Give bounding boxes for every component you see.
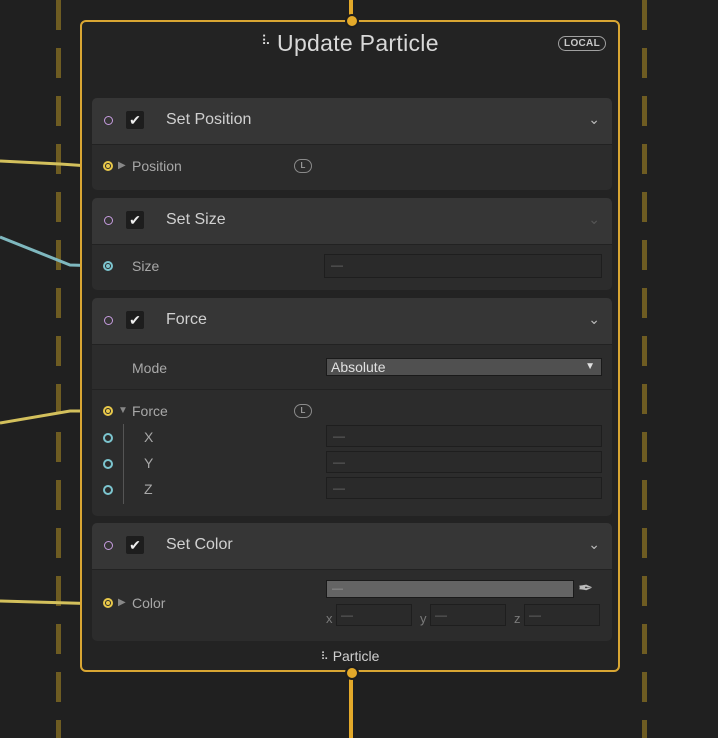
node-footer: ⠧ Particle [82,648,618,664]
property-row-force: ▼ Force L X — Y — Z — [92,389,612,516]
block-set-size: ✔ Set Size ⌄ Size — [92,198,612,290]
mode-value: Absolute [331,359,386,375]
color-z-field[interactable]: — [524,604,600,626]
force-x-row: X — [92,424,612,450]
force-x-field[interactable]: — [326,425,602,447]
color-x-label: x [326,611,333,626]
node-title: ⠧ Update Particle [82,30,618,57]
block-title: Set Size [166,211,226,228]
size-input-port[interactable] [103,261,113,271]
color-x-field[interactable]: — [336,604,412,626]
footer-label: Particle [332,648,380,664]
block-title: Set Position [166,111,252,128]
property-row-color: ▶ Color — ✒ x — y — z — [92,570,612,640]
force-y-row: Y — [92,450,612,476]
force-z-port[interactable] [103,485,113,495]
eyedropper-icon[interactable]: ✒ [578,578,593,599]
color-swatch-field[interactable]: — [326,580,574,598]
chevron-down-icon[interactable]: ⌄ [588,536,600,553]
block-header[interactable]: ✔ Force ⌄ [92,298,612,345]
enable-checkbox[interactable]: ✔ [126,111,144,129]
property-row-position: ▶ Position L [92,145,612,189]
property-row-size: Size — [92,245,612,289]
block-header[interactable]: ✔ Set Color ⌄ [92,523,612,570]
expand-arrow-icon[interactable]: ▶ [118,597,126,608]
block-force: ✔ Force ⌄ Mode Absolute ▼ ▼ Force L X — [92,298,612,516]
flow-output-port[interactable] [345,666,359,680]
block-flow-port[interactable] [104,316,113,325]
chevron-down-icon[interactable]: ⌄ [588,311,600,328]
flow-input-port[interactable] [345,14,359,28]
setting-row-mode: Mode Absolute ▼ [92,345,612,389]
particle-system-icon: ⠧ [261,32,272,48]
mode-dropdown[interactable]: Absolute ▼ [326,358,602,376]
chevron-down-icon[interactable]: ⌄ [588,211,600,228]
force-x-port[interactable] [103,433,113,443]
block-title: Set Color [166,536,233,553]
block-flow-port[interactable] [104,116,113,125]
force-z-label: Z [144,481,153,497]
block-set-position: ✔ Set Position ⌄ ▶ Position L [92,98,612,190]
flow-wire-bottom [349,672,353,738]
force-z-row: Z — [92,476,612,502]
property-label: Color [132,595,166,611]
chevron-down-icon[interactable]: ⌄ [588,111,600,128]
force-input-port[interactable] [103,406,113,416]
force-x-label: X [144,429,154,445]
block-title: Force [166,311,207,328]
color-input-port[interactable] [103,598,113,608]
block-header[interactable]: ✔ Set Position ⌄ [92,98,612,145]
collapse-arrow-icon[interactable]: ▼ [118,405,128,416]
enable-checkbox[interactable]: ✔ [126,211,144,229]
position-input-port[interactable] [103,161,113,171]
force-y-label: Y [144,455,154,471]
block-set-color: ✔ Set Color ⌄ ▶ Color — ✒ x — y — z — [92,523,612,641]
local-space-badge[interactable]: LOCAL [558,36,606,51]
block-header[interactable]: ✔ Set Size ⌄ [92,198,612,245]
local-link-badge[interactable]: L [294,159,312,173]
color-y-field[interactable]: — [430,604,506,626]
color-z-label: z [514,611,521,626]
mode-label: Mode [132,360,168,376]
dropdown-arrow-icon: ▼ [585,361,595,372]
block-flow-port[interactable] [104,216,113,225]
force-z-field[interactable]: — [326,477,602,499]
enable-checkbox[interactable]: ✔ [126,311,144,329]
property-label: Size [132,258,160,274]
expand-arrow-icon[interactable]: ▶ [118,160,126,171]
block-flow-port[interactable] [104,541,113,550]
force-y-field[interactable]: — [326,451,602,473]
color-y-label: y [420,611,427,626]
particle-system-icon: ⠧ [320,651,329,663]
update-particle-node[interactable]: ⠧ Update Particle LOCAL ✔ Set Position ⌄ … [80,14,620,680]
property-label: Force [132,403,168,419]
enable-checkbox[interactable]: ✔ [126,536,144,554]
local-link-badge[interactable]: L [294,404,312,418]
force-y-port[interactable] [103,459,113,469]
property-label: Position [132,158,182,174]
size-value-field[interactable]: — [324,254,602,278]
node-title-text: Update Particle [277,30,439,56]
